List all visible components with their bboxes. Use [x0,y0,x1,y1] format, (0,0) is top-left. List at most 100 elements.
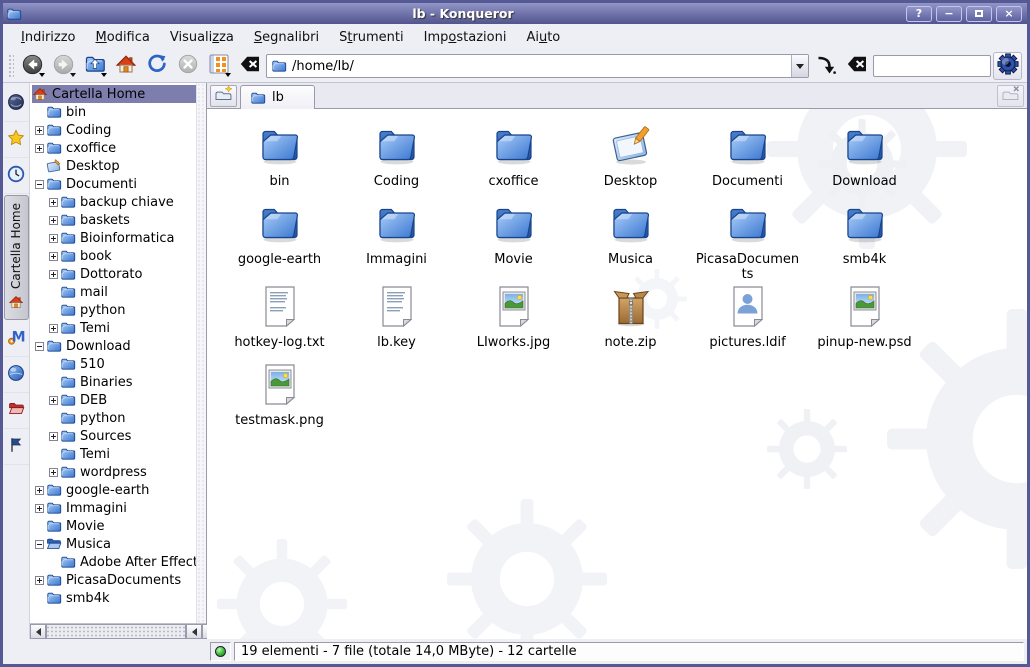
tree-item-musica[interactable]: Musica [30,535,206,553]
sidebar-tab-root-folder[interactable] [4,393,29,429]
tree-item-documenti[interactable]: Documenti [30,175,206,193]
dropdown-arrow-icon[interactable] [225,73,231,77]
view-mode-button[interactable] [204,52,233,80]
tree-item-cxoffice[interactable]: cxoffice [30,139,206,157]
clear-search-button[interactable] [842,52,871,80]
up-button[interactable] [80,52,109,80]
go-button[interactable] [811,52,840,80]
tree-item-desktop[interactable]: Desktop [30,157,206,175]
location-dropdown-button[interactable] [791,55,808,77]
tree-item-temi[interactable]: Temi [30,445,206,463]
tree-vertical-scrollbar[interactable] [196,83,206,623]
file-icon-pinup-new-psd[interactable]: pinup-new.psd [806,282,923,360]
title-bar[interactable]: lb - Konqueror ? − × [3,3,1027,24]
tree-expander-plus-icon[interactable] [49,468,58,477]
help-button[interactable]: ? [906,6,932,22]
scrollbar-thumb[interactable] [46,624,186,639]
location-bar[interactable]: /home/lb/ [266,54,809,78]
tree-expander-minus-icon[interactable] [35,180,44,189]
tree-item-dottorato[interactable]: Dottorato [30,265,206,283]
sidebar-tab-network[interactable] [4,357,29,393]
stop-button[interactable] [173,52,202,80]
tree-item-adobe-after-effects-7[interactable]: Adobe After Effects 7 [30,553,206,571]
tree-expander-plus-icon[interactable] [35,144,44,153]
tree-item-mail[interactable]: mail [30,283,206,301]
dropdown-arrow-icon[interactable] [70,73,76,77]
sidebar-tab-services[interactable] [4,429,29,465]
clear-location-button[interactable] [235,52,264,80]
tree-item-wordpress[interactable]: wordpress [30,463,206,481]
tree-expander-plus-icon[interactable] [35,126,44,135]
tree-expander-minus-icon[interactable] [35,540,44,549]
file-icon-testmask-png[interactable]: testmask.png [221,360,338,438]
file-icon-google-earth[interactable]: google-earth [221,199,338,282]
file-icon-bin[interactable]: bin [221,121,338,199]
sidebar-tab-bookmarks[interactable] [4,122,29,158]
sidebar-tab-metabar[interactable]: M [4,321,29,357]
tree-expander-plus-icon[interactable] [49,216,58,225]
file-icon-note-zip[interactable]: note.zip [572,282,689,360]
tree-expander-plus-icon[interactable] [49,252,58,261]
tree-item-backup-chiave[interactable]: backup chiave [30,193,206,211]
file-icon-desktop[interactable]: Desktop [572,121,689,199]
tree-item-picasadocuments[interactable]: PicasaDocuments [30,571,206,589]
tree-item-510[interactable]: 510 [30,355,206,373]
tree-item-smb4k[interactable]: smb4k [30,589,206,607]
scroll-left-button[interactable] [30,624,46,639]
maximize-button[interactable] [966,6,992,22]
icon-view[interactable]: binCodingcxofficeDesktopDocumentiDownloa… [207,109,1027,639]
search-input[interactable] [873,55,991,77]
sidebar-tab-folder-home[interactable]: Cartella Home [4,195,29,320]
file-icon-picasadocuments[interactable]: PicasaDocuments [689,199,806,282]
reload-button[interactable] [142,52,171,80]
file-icon-movie[interactable]: Movie [455,199,572,282]
tree-expander-plus-icon[interactable] [49,234,58,243]
tab-lb[interactable]: lb [240,85,315,109]
sidebar-tab-web-browser[interactable] [4,86,29,122]
scroll-left-button-2[interactable] [186,624,202,639]
file-icon-lb-key[interactable]: lb.key [338,282,455,360]
tree-expander-plus-icon[interactable] [35,504,44,513]
tree-item-coding[interactable]: Coding [30,121,206,139]
back-button[interactable] [18,52,47,80]
close-tab-button[interactable] [997,85,1024,107]
file-icon-pictures-ldif[interactable]: pictures.ldif [689,282,806,360]
tree-item-python[interactable]: python [30,409,206,427]
forward-button[interactable] [49,52,78,80]
menu-item-impostazioni[interactable]: Impostazioni [414,26,517,49]
file-icon-immagini[interactable]: Immagini [338,199,455,282]
menu-item-modifica[interactable]: Modifica [86,26,160,49]
tree-expander-plus-icon[interactable] [49,432,58,441]
tree-item-download[interactable]: Download [30,337,206,355]
tree-item-google-earth[interactable]: google-earth [30,481,206,499]
file-icon-musica[interactable]: Musica [572,199,689,282]
tree-expander-plus-icon[interactable] [35,576,44,585]
dropdown-arrow-icon[interactable] [39,73,45,77]
location-input[interactable]: /home/lb/ [292,59,786,74]
file-icon-hotkey-log-txt[interactable]: hotkey-log.txt [221,282,338,360]
tree-item-sources[interactable]: Sources [30,427,206,445]
tree-item-deb[interactable]: DEB [30,391,206,409]
file-icon-cxoffice[interactable]: cxoffice [455,121,572,199]
menu-item-aiuto[interactable]: Aiuto [516,26,570,49]
tree-item-immagini[interactable]: Immagini [30,499,206,517]
tree-item-temi[interactable]: Temi [30,319,206,337]
konqueror-app-button[interactable] [993,52,1022,80]
menu-item-indirizzo[interactable]: Indirizzo [11,26,86,49]
tree-item-book[interactable]: book [30,247,206,265]
tree-expander-plus-icon[interactable] [49,396,58,405]
tree-expander-plus-icon[interactable] [35,486,44,495]
file-icon-coding[interactable]: Coding [338,121,455,199]
file-icon-liworks-jpg[interactable]: LIworks.jpg [455,282,572,360]
toolbar-grip[interactable] [8,54,14,78]
tree-item-bioinformatica[interactable]: Bioinformatica [30,229,206,247]
file-icon-smb4k[interactable]: smb4k [806,199,923,282]
close-button[interactable]: × [996,6,1022,22]
menu-item-strumenti[interactable]: Strumenti [329,26,414,49]
tree-item-bin[interactable]: bin [30,103,206,121]
menu-item-segnalibri[interactable]: Segnalibri [244,26,329,49]
sidebar-tab-history[interactable] [4,158,29,194]
tree-item-binaries[interactable]: Binaries [30,373,206,391]
file-icon-documenti[interactable]: Documenti [689,121,806,199]
file-icon-download[interactable]: Download [806,121,923,199]
